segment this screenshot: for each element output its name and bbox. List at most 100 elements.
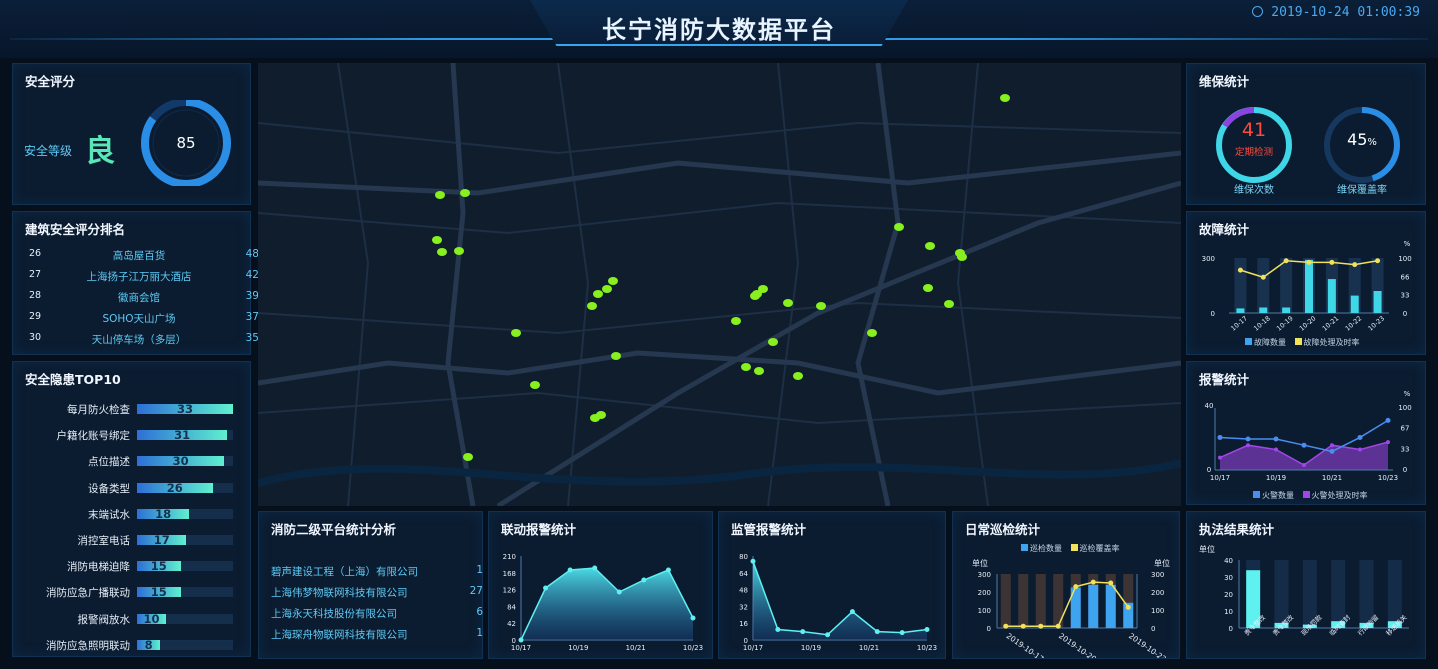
list-item: 消控室电话 17 <box>13 533 258 547</box>
monitor-alarm-panel: 监管报警统计 80 64 48 32 16 0 10/17 10/19 10/21 10/23 <box>718 511 946 659</box>
map-roads <box>258 63 1181 506</box>
fault-rate-point <box>1329 259 1335 265</box>
alarm-count-point <box>1301 442 1307 448</box>
rank-number: 27 <box>29 269 42 280</box>
legend-a-label: 火警数量 <box>1262 491 1294 500</box>
map-marker <box>731 317 741 325</box>
list-item: 消防电梯迫降 15 <box>13 559 258 574</box>
list-item[interactable]: 上海永天科技股份有限公司 6 <box>271 606 483 621</box>
table-row[interactable]: 28 徽商会馆 39 <box>29 290 259 306</box>
patrol-rate-point <box>1055 623 1061 629</box>
legend-line-label: 故障处理及时率 <box>1303 338 1360 347</box>
map-marker <box>741 363 751 371</box>
data-point <box>543 585 549 591</box>
map-marker <box>783 299 793 307</box>
tick-label: 10-17 <box>1229 314 1249 332</box>
tick-label: 300 <box>978 571 991 579</box>
panel-title: 报警统计 <box>1199 372 1250 387</box>
list-item[interactable]: 上海伟梦物联网科技有限公司 27 <box>271 585 483 600</box>
table-row[interactable]: 30 天山停车场（多层） 35 <box>29 332 259 348</box>
list-item: 消防应急照明联动 8 <box>13 638 258 652</box>
coverage-number: 45 <box>1347 130 1368 149</box>
map-marker <box>432 236 442 244</box>
hazard-label: 消防应急照明联动 <box>46 639 130 652</box>
tick-label: 66 <box>1401 273 1410 281</box>
enforcement-panel: 执法结果统计 单位 40 30 20 10 0 责令整改 责令整改 现场罚款 临时查封 行政拘留移… <box>1186 511 1426 659</box>
panel-title: 故障统计 <box>1199 222 1250 237</box>
bar-background <box>1000 574 1011 628</box>
tick-label: 126 <box>503 587 517 595</box>
tick-label: 100 <box>1151 607 1164 615</box>
building-name: SOHO天山广场 <box>102 313 176 325</box>
hazard-track: 17 <box>137 533 233 547</box>
panel-title: 监管报警统计 <box>731 522 807 537</box>
tick-label: 300 <box>1151 571 1164 579</box>
hazard-value: 18 <box>155 506 172 521</box>
hazard-value: 15 <box>150 559 167 574</box>
building-score: 39 <box>245 290 259 302</box>
maintenance-panel: 维保统计 41 定期检测 维保次数 45% 维保覆盖率 <box>1186 63 1426 205</box>
fault-bar <box>1282 307 1291 313</box>
table-row[interactable]: 26 高岛屋百货 48 <box>29 248 259 264</box>
safety-score-panel: 安全评分 安全等级 良 85 <box>12 63 251 205</box>
tick-label: 67 <box>1401 425 1410 433</box>
map-marker <box>750 292 760 300</box>
map-view[interactable] <box>258 63 1181 506</box>
tick-label: 80 <box>739 553 748 561</box>
map-marker <box>511 329 521 337</box>
tick-label: 33 <box>1401 292 1410 300</box>
company-name: 碧声建设工程（上海）有限公司 <box>271 566 418 578</box>
tick-label: 10-19 <box>1275 314 1295 332</box>
fault-bar <box>1305 259 1313 313</box>
hazard-label: 消防应急广播联动 <box>46 587 130 600</box>
legend-bar-label: 故障数量 <box>1254 338 1286 347</box>
data-point <box>641 577 647 583</box>
alarm-count-point <box>1273 436 1279 442</box>
building-name: 徽商会馆 <box>118 292 160 304</box>
tick-label: 2019-10-20 <box>1057 631 1098 658</box>
building-name: 上海扬子江万丽大酒店 <box>86 271 192 283</box>
alarm-rate-point <box>1246 443 1250 448</box>
patrol-bar <box>1088 584 1099 628</box>
fault-bar <box>1373 291 1382 313</box>
panel-title: 维保统计 <box>1199 74 1250 89</box>
axis-unit: % <box>1404 240 1411 248</box>
tick-label: 0 <box>1403 466 1407 474</box>
tick-label: 16 <box>739 620 748 628</box>
legend-swatch-b <box>1302 491 1310 498</box>
list-item: 户籍化账号绑定 31 <box>13 428 258 442</box>
hazard-bar: 17 <box>137 533 187 547</box>
company-count: 1 <box>476 564 483 576</box>
panel-title: 执法结果统计 <box>1199 522 1275 537</box>
list-item[interactable]: 碧声建设工程（上海）有限公司 1 <box>271 564 483 579</box>
tick-label: 10/21 <box>859 644 879 652</box>
map-marker <box>925 242 935 250</box>
table-row[interactable]: 27 上海扬子江万丽大酒店 42 <box>29 269 259 285</box>
hazard-track: 18 <box>137 506 233 521</box>
tick-label: 10-21 <box>1321 314 1341 332</box>
tick-label: 10/21 <box>626 644 646 652</box>
tick-label: 10/23 <box>683 644 703 652</box>
legend-bar-label: 巡检数量 <box>1030 544 1062 553</box>
bar-background <box>1018 574 1029 628</box>
fault-rate-point <box>1375 258 1381 264</box>
maintenance-coverage-value: 45% <box>1339 130 1385 149</box>
platform-analysis-panel: 消防二级平台统计分析 碧声建设工程（上海）有限公司 1 上海伟梦物联网科技有限公司 2… <box>258 511 483 659</box>
patrol-rate-point <box>1003 623 1009 629</box>
tick-label: 10/17 <box>1210 474 1230 482</box>
alarm-rate-point <box>1386 440 1390 445</box>
alarm-rate-point <box>1358 447 1362 452</box>
tick-label: 300 <box>1202 255 1215 263</box>
panel-title: 消防二级平台统计分析 <box>271 522 397 537</box>
data-point <box>518 637 524 643</box>
map-marker <box>758 285 768 293</box>
list-item[interactable]: 上海琛舟物联网科技有限公司 1 <box>271 627 483 642</box>
table-row[interactable]: 29 SOHO天山广场 37 <box>29 311 259 327</box>
map-marker <box>923 284 933 292</box>
maintenance-count-label: 维保次数 <box>1234 185 1274 196</box>
tick-label: 0 <box>1151 625 1155 633</box>
hazard-track: 15 <box>137 559 233 574</box>
alarm-stats-panel: 报警统计 40 0% 100 67 33 0 10/17 10/19 10/21 10/23 火警… <box>1186 361 1426 505</box>
tick-label: 40 <box>1205 402 1214 410</box>
hazard-bar: 8 <box>137 638 161 652</box>
